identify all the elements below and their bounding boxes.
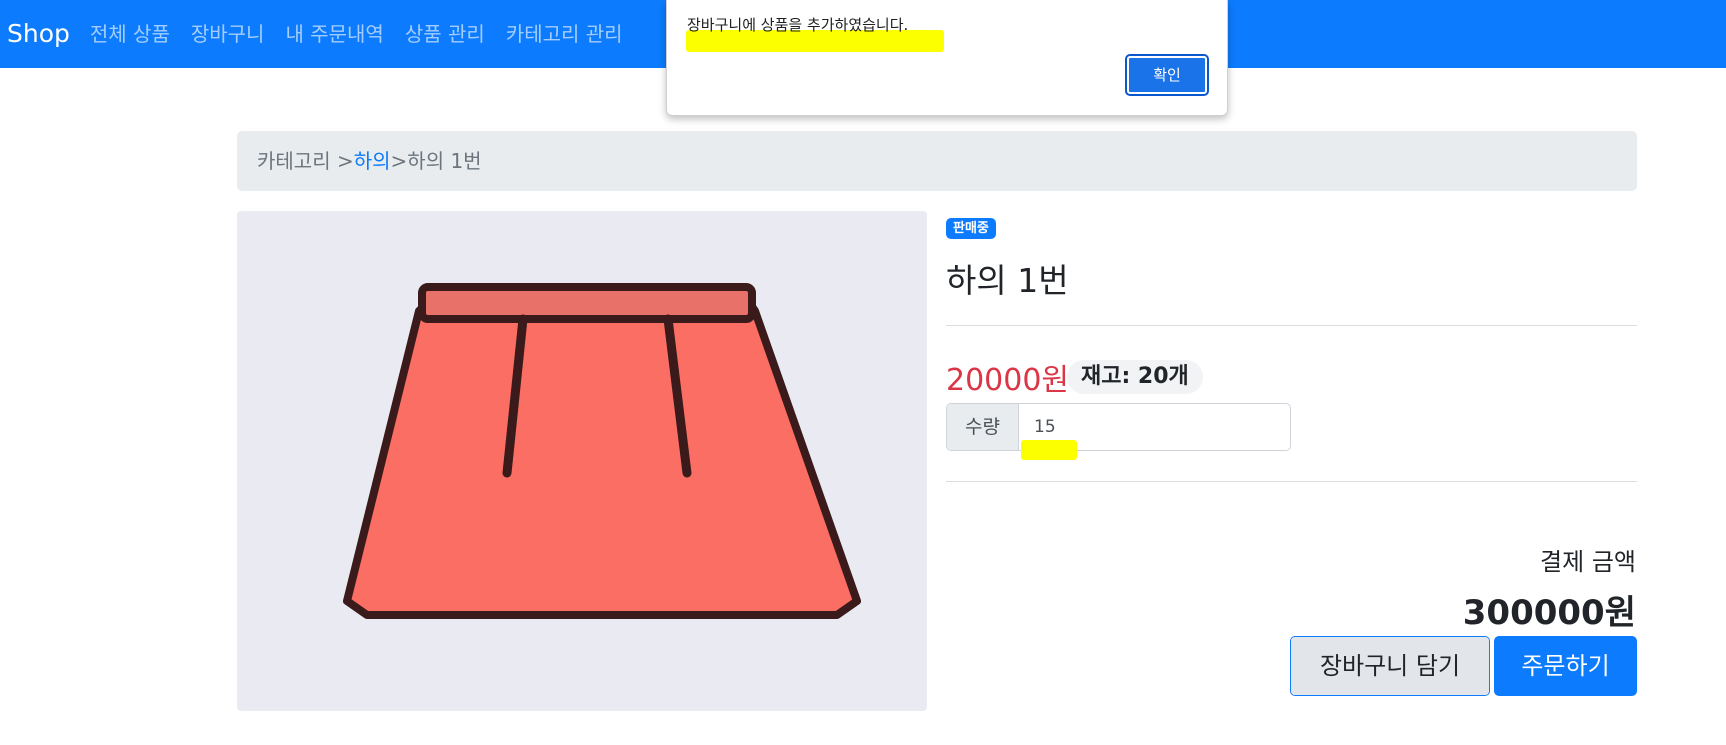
product-price: 20000원 (946, 363, 1070, 398)
quantity-label: 수량 (947, 404, 1019, 450)
nav-cart[interactable]: 장바구니 (191, 0, 265, 68)
alert-ok-button[interactable]: 확인 (1125, 54, 1209, 96)
breadcrumb-separator: > (390, 149, 408, 173)
nav-product-admin[interactable]: 상품 관리 (405, 0, 485, 68)
alert-message: 장바구니에 상품을 추가하였습니다. (687, 16, 909, 34)
quantity-input[interactable] (1019, 404, 1290, 450)
breadcrumb: 카테고리 >하의>하의 1번 (237, 131, 1637, 191)
stock-badge: 재고: 20개 (1067, 360, 1203, 394)
breadcrumb-current: 하의 1번 (407, 149, 482, 173)
quantity-group: 수량 (946, 403, 1291, 451)
product-image (237, 211, 927, 711)
divider (946, 481, 1637, 482)
nav-my-orders[interactable]: 내 주문내역 (285, 0, 383, 68)
order-button[interactable]: 주문하기 (1494, 636, 1637, 696)
brand-link[interactable]: Shop (7, 0, 70, 68)
alert-dialog: 장바구니에 상품을 추가하였습니다. 확인 (666, 0, 1228, 116)
status-badge: 판매중 (946, 218, 996, 239)
add-to-cart-button[interactable]: 장바구니 담기 (1290, 636, 1490, 696)
total-label: 결제 금액 (1540, 548, 1636, 576)
skirt-icon (343, 283, 861, 619)
product-title: 하의 1번 (946, 261, 1069, 300)
divider (946, 325, 1637, 326)
total-amount: 300000원 (1462, 593, 1636, 633)
breadcrumb-category-link[interactable]: 하의 (354, 149, 391, 173)
breadcrumb-root: 카테고리 > (257, 149, 354, 173)
nav-category-admin[interactable]: 카테고리 관리 (506, 0, 623, 68)
nav-all-products[interactable]: 전체 상품 (90, 0, 170, 68)
